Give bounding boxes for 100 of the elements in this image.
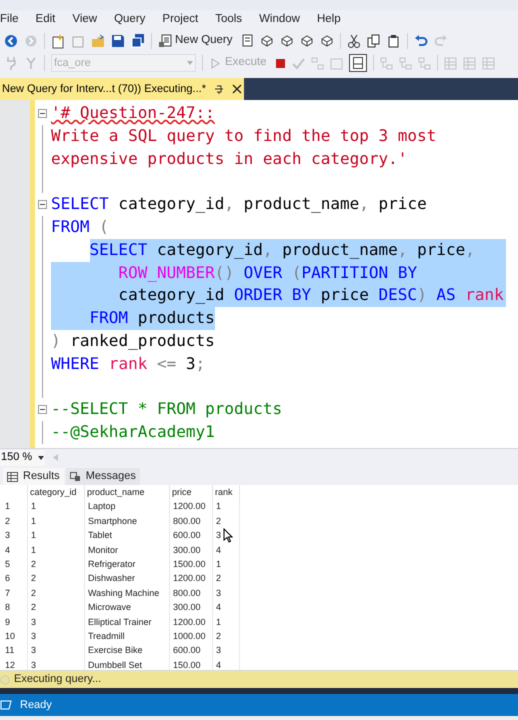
code-line: category_id ORDER BY price DESC) AS rank: [51, 284, 504, 308]
table-cell: Elliptical Trainer: [85, 615, 170, 630]
column-header[interactable]: product_name: [85, 485, 170, 500]
table-cell: Monitor: [85, 543, 170, 558]
table-cell: 3: [213, 644, 240, 658]
save-all-icon[interactable]: [131, 34, 145, 48]
zoom-dropdown[interactable]: 150 %: [0, 450, 46, 466]
table-cell: 1000.00: [170, 630, 213, 644]
row-number: 7: [2, 586, 28, 601]
row-number: 3: [2, 528, 28, 544]
table-cell: Smartphone: [85, 514, 170, 529]
save-icon[interactable]: [111, 34, 125, 48]
stop-icon[interactable]: [274, 58, 286, 68]
table-cell: 2: [28, 586, 85, 601]
row-number: 11: [2, 644, 28, 658]
menu-item[interactable]: View: [72, 11, 98, 29]
table-cell: Exercise Bike: [85, 644, 170, 658]
menu-item[interactable]: Project: [162, 11, 198, 29]
document-tab[interactable]: New Query for Interv...t (70)) Executing...*: [0, 78, 244, 100]
row-number: 8: [2, 600, 28, 616]
column-header[interactable]: category_id: [28, 485, 85, 500]
paste-icon[interactable]: [386, 34, 401, 48]
scroll-left-icon: [53, 454, 58, 461]
status-text: Ready: [20, 698, 52, 713]
table-cell: 800.00: [170, 514, 213, 529]
table-cell: 3: [28, 644, 85, 658]
menu-item[interactable]: Window: [259, 11, 300, 29]
column-header[interactable]: price: [170, 485, 213, 500]
undo-icon[interactable]: [414, 34, 428, 48]
collapse-icon[interactable]: [38, 200, 46, 210]
cut-icon[interactable]: [346, 34, 361, 48]
menu-item[interactable]: Query: [114, 11, 146, 29]
copy-icon[interactable]: [366, 34, 381, 48]
table-cell: 1200.00: [170, 500, 213, 514]
code-line: FROM (: [51, 216, 109, 238]
table-cell: 2: [213, 630, 240, 644]
results-tab[interactable]: Results: [3, 468, 64, 485]
code-line: FROM products: [51, 307, 215, 330]
code-line: ) ranked_products: [51, 330, 215, 352]
table-cell: 2: [213, 514, 240, 529]
table-cell: 1200.00: [170, 615, 213, 630]
table-cell: 1: [28, 500, 85, 514]
collapse-icon[interactable]: [38, 405, 46, 414]
row-number: 1: [2, 500, 28, 514]
table-cell: Tablet: [85, 528, 170, 544]
row-number: 5: [2, 558, 28, 572]
open-folder-icon[interactable]: [91, 34, 105, 48]
dropdown-caret-icon: [38, 456, 44, 460]
column-header[interactable]: rank: [213, 485, 240, 500]
results-pane-toggle[interactable]: [348, 54, 367, 72]
query-document-icon[interactable]: [240, 34, 254, 48]
table-cell: 1: [213, 500, 240, 514]
cube-icon[interactable]: [300, 34, 314, 48]
back-icon[interactable]: [4, 34, 18, 48]
code-line: expensive products in each category.': [51, 148, 408, 170]
row-number: 4: [2, 543, 28, 558]
table-cell: 2: [28, 558, 85, 572]
collapse-icon[interactable]: [38, 109, 46, 118]
checkmark-icon[interactable]: [292, 56, 305, 70]
table-cell: Refrigerator: [85, 558, 170, 572]
table-cell: 4: [213, 600, 240, 616]
table-cell: 1200.00: [170, 572, 213, 586]
table-cell: 600.00: [170, 644, 213, 658]
table-cell: Dishwasher: [85, 572, 170, 586]
table-cell: 4: [213, 543, 240, 558]
table-cell: 2: [213, 572, 240, 586]
cube-icon[interactable]: [320, 34, 334, 48]
document-icon[interactable]: [159, 34, 172, 48]
cube-icon[interactable]: [260, 34, 274, 48]
code-line: ROW_NUMBER() OVER (PARTITION BY: [51, 262, 418, 284]
new-query-button[interactable]: New Query: [158, 32, 234, 50]
cube-icon[interactable]: [280, 34, 294, 48]
code-line: SELECT category_id, product_name, price: [51, 193, 427, 216]
table-cell: 1: [28, 543, 85, 558]
row-number: 6: [2, 572, 28, 586]
table-cell: Washing Machine: [85, 586, 170, 601]
row-number: 9: [2, 615, 28, 630]
close-icon[interactable]: [232, 84, 242, 94]
table-cell: Laptop: [85, 500, 170, 514]
table-cell: 1: [213, 615, 240, 630]
query-status-text: Executing query...: [14, 672, 102, 688]
pin-icon[interactable]: [214, 84, 224, 94]
row-number: 10: [2, 630, 28, 644]
table-cell: 1: [28, 528, 85, 544]
table-cell: 2: [28, 600, 85, 616]
menu-item[interactable]: Help: [316, 11, 341, 29]
message-icon[interactable]: [70, 472, 81, 482]
code-line: --SELECT * FROM products: [51, 398, 282, 420]
menu-item[interactable]: File: [0, 11, 19, 29]
new-project-icon[interactable]: [51, 34, 65, 48]
menu-item[interactable]: Edit: [36, 11, 56, 29]
results-tab[interactable]: Messages: [66, 468, 140, 485]
table-cell: 1: [213, 558, 240, 572]
table-cell: 3: [213, 586, 240, 601]
table-cell: 300.00: [170, 543, 213, 558]
menu-item[interactable]: Tools: [215, 11, 242, 29]
table-cell: 1500.00: [170, 558, 213, 572]
row-number: 2: [2, 514, 28, 529]
table-cell: Treadmill: [85, 630, 170, 644]
table-cell: 800.00: [170, 586, 213, 601]
